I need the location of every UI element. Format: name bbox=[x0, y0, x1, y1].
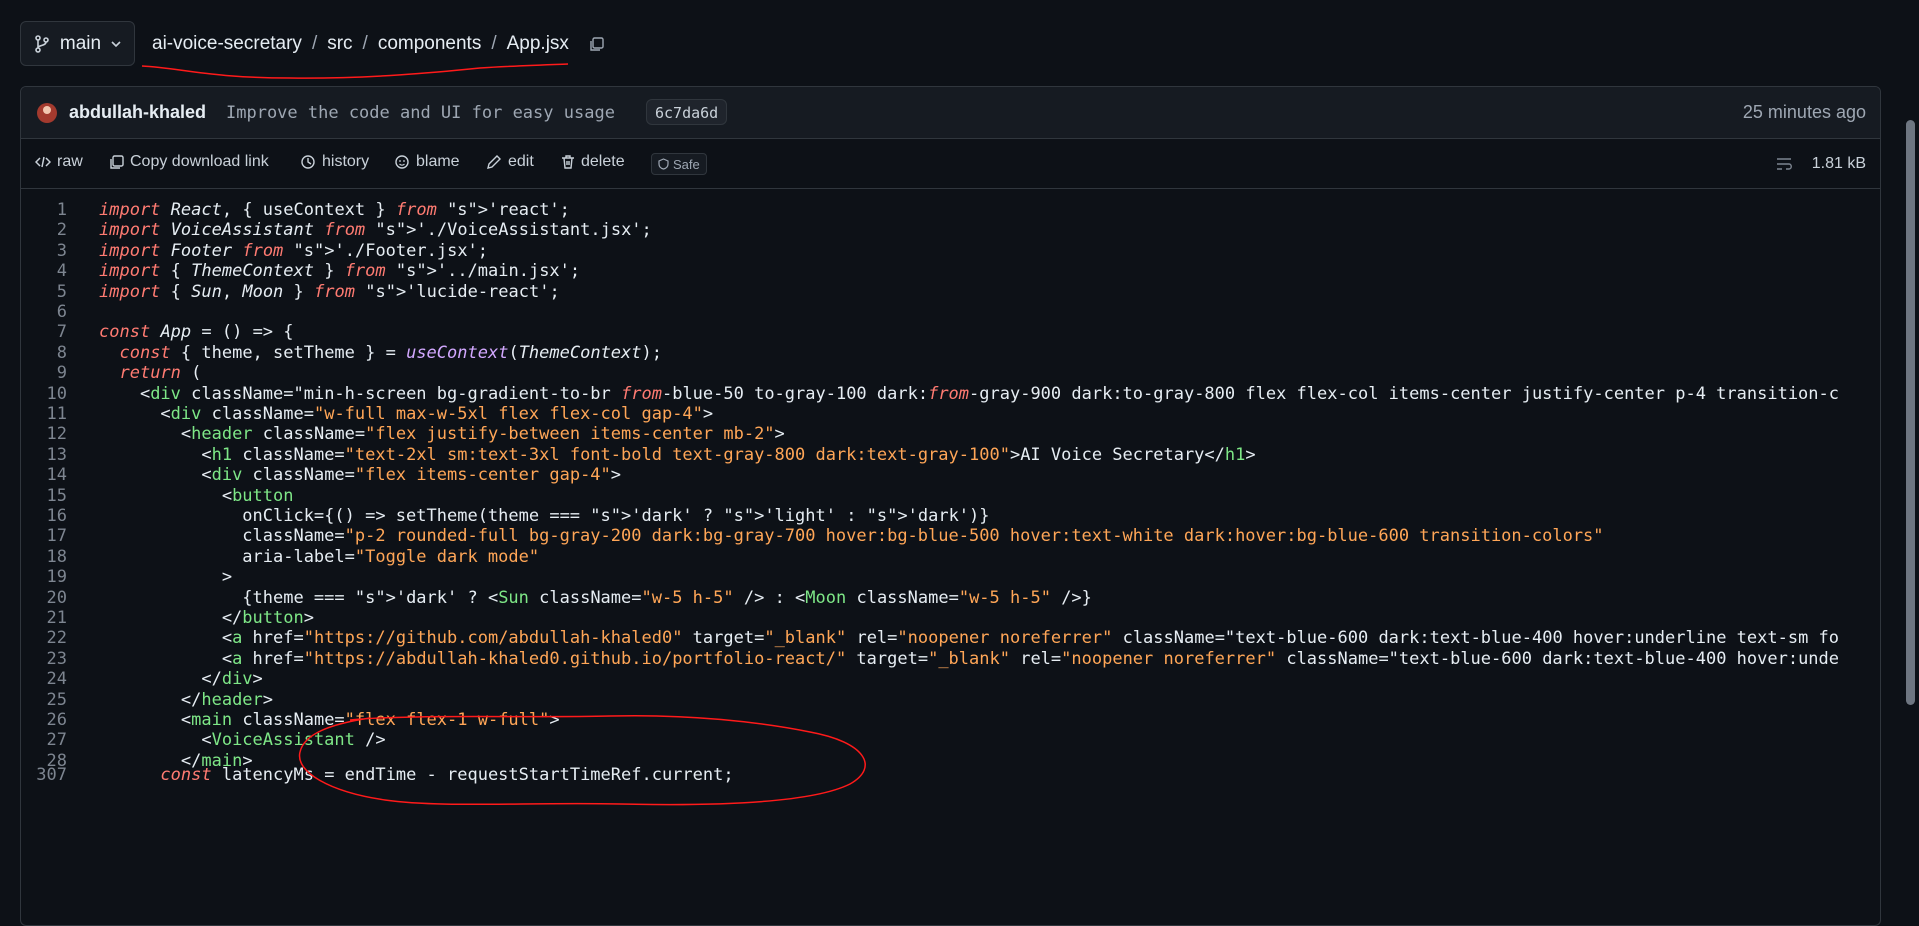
code-text: const latencyMs = endTime - requestStart… bbox=[160, 765, 734, 786]
blame-label: blame bbox=[416, 153, 460, 170]
branch-name: main bbox=[59, 32, 102, 54]
edit-label: edit bbox=[508, 153, 534, 170]
git-branch-icon bbox=[35, 34, 49, 53]
scrollbar-thumb[interactable] bbox=[1906, 120, 1915, 705]
commit-time: 25 minutes ago bbox=[1742, 102, 1866, 122]
raw-label: raw bbox=[57, 153, 83, 170]
copy-icon bbox=[110, 154, 124, 169]
commit-author[interactable]: abdullah-khaled bbox=[69, 102, 206, 123]
commit-message[interactable]: Improve the code and UI for easy usage bbox=[226, 103, 615, 123]
breadcrumb-folder-components[interactable]: components bbox=[378, 33, 482, 55]
blame-face-icon bbox=[395, 155, 409, 169]
delete-button[interactable]: delete bbox=[561, 153, 625, 171]
file-toolbar: raw Copy download link history blame edi… bbox=[21, 139, 1880, 189]
code-viewer[interactable]: 1 import React, { useContext } from "s">'… bbox=[21, 190, 1880, 925]
edit-button[interactable]: edit bbox=[486, 153, 534, 171]
copy-download-link-button[interactable]: Copy download link bbox=[109, 153, 269, 171]
copy-path-button[interactable] bbox=[589, 36, 604, 52]
raw-button[interactable]: raw bbox=[35, 153, 83, 171]
avatar[interactable] bbox=[37, 103, 57, 123]
breadcrumb-separator: / bbox=[311, 33, 318, 54]
copy-download-label: Copy download link bbox=[130, 153, 269, 170]
blame-button[interactable]: blame bbox=[394, 153, 460, 171]
pencil-icon bbox=[487, 155, 501, 169]
chevron-down-icon bbox=[111, 40, 121, 47]
safe-label: Safe bbox=[673, 156, 700, 172]
breadcrumb-separator: / bbox=[491, 33, 497, 54]
line-number[interactable]: 307 bbox=[21, 763, 67, 788]
file-view-panel: abdullah-khaled Improve the code and UI … bbox=[20, 86, 1881, 926]
code-text: <a href="https://abdullah-khaled0.github… bbox=[99, 648, 1840, 669]
word-wrap-icon[interactable] bbox=[1776, 157, 1794, 171]
delete-label: delete bbox=[581, 153, 625, 170]
red-annotation-underline bbox=[141, 63, 569, 79]
copy-icon bbox=[590, 36, 604, 51]
commit-sha-badge[interactable]: 6c7da6d bbox=[646, 99, 728, 125]
breadcrumb: ai-voice-secretary / src / components / … bbox=[152, 33, 604, 55]
history-label: history bbox=[322, 153, 370, 170]
file-size: 1.81 kB bbox=[1811, 155, 1866, 172]
branch-selector-button[interactable]: main bbox=[20, 21, 135, 66]
trash-icon bbox=[562, 155, 574, 169]
shield-icon bbox=[658, 158, 669, 170]
file-header: main ai-voice-secretary / src / componen… bbox=[0, 0, 1919, 88]
breadcrumb-separator: / bbox=[362, 33, 368, 54]
breadcrumb-folder-src[interactable]: src bbox=[327, 33, 352, 55]
breadcrumb-file-name: App.jsx bbox=[506, 33, 569, 54]
history-icon bbox=[301, 155, 315, 169]
safe-badge: Safe bbox=[651, 153, 707, 175]
history-button[interactable]: history bbox=[300, 153, 369, 171]
latest-commit-bar: abdullah-khaled Improve the code and UI … bbox=[21, 87, 1880, 139]
breadcrumb-repo-link[interactable]: ai-voice-secretary bbox=[152, 33, 302, 55]
code-text: import { Sun, Moon } from "s">'lucide-re… bbox=[99, 281, 560, 302]
code-icon bbox=[35, 156, 51, 168]
